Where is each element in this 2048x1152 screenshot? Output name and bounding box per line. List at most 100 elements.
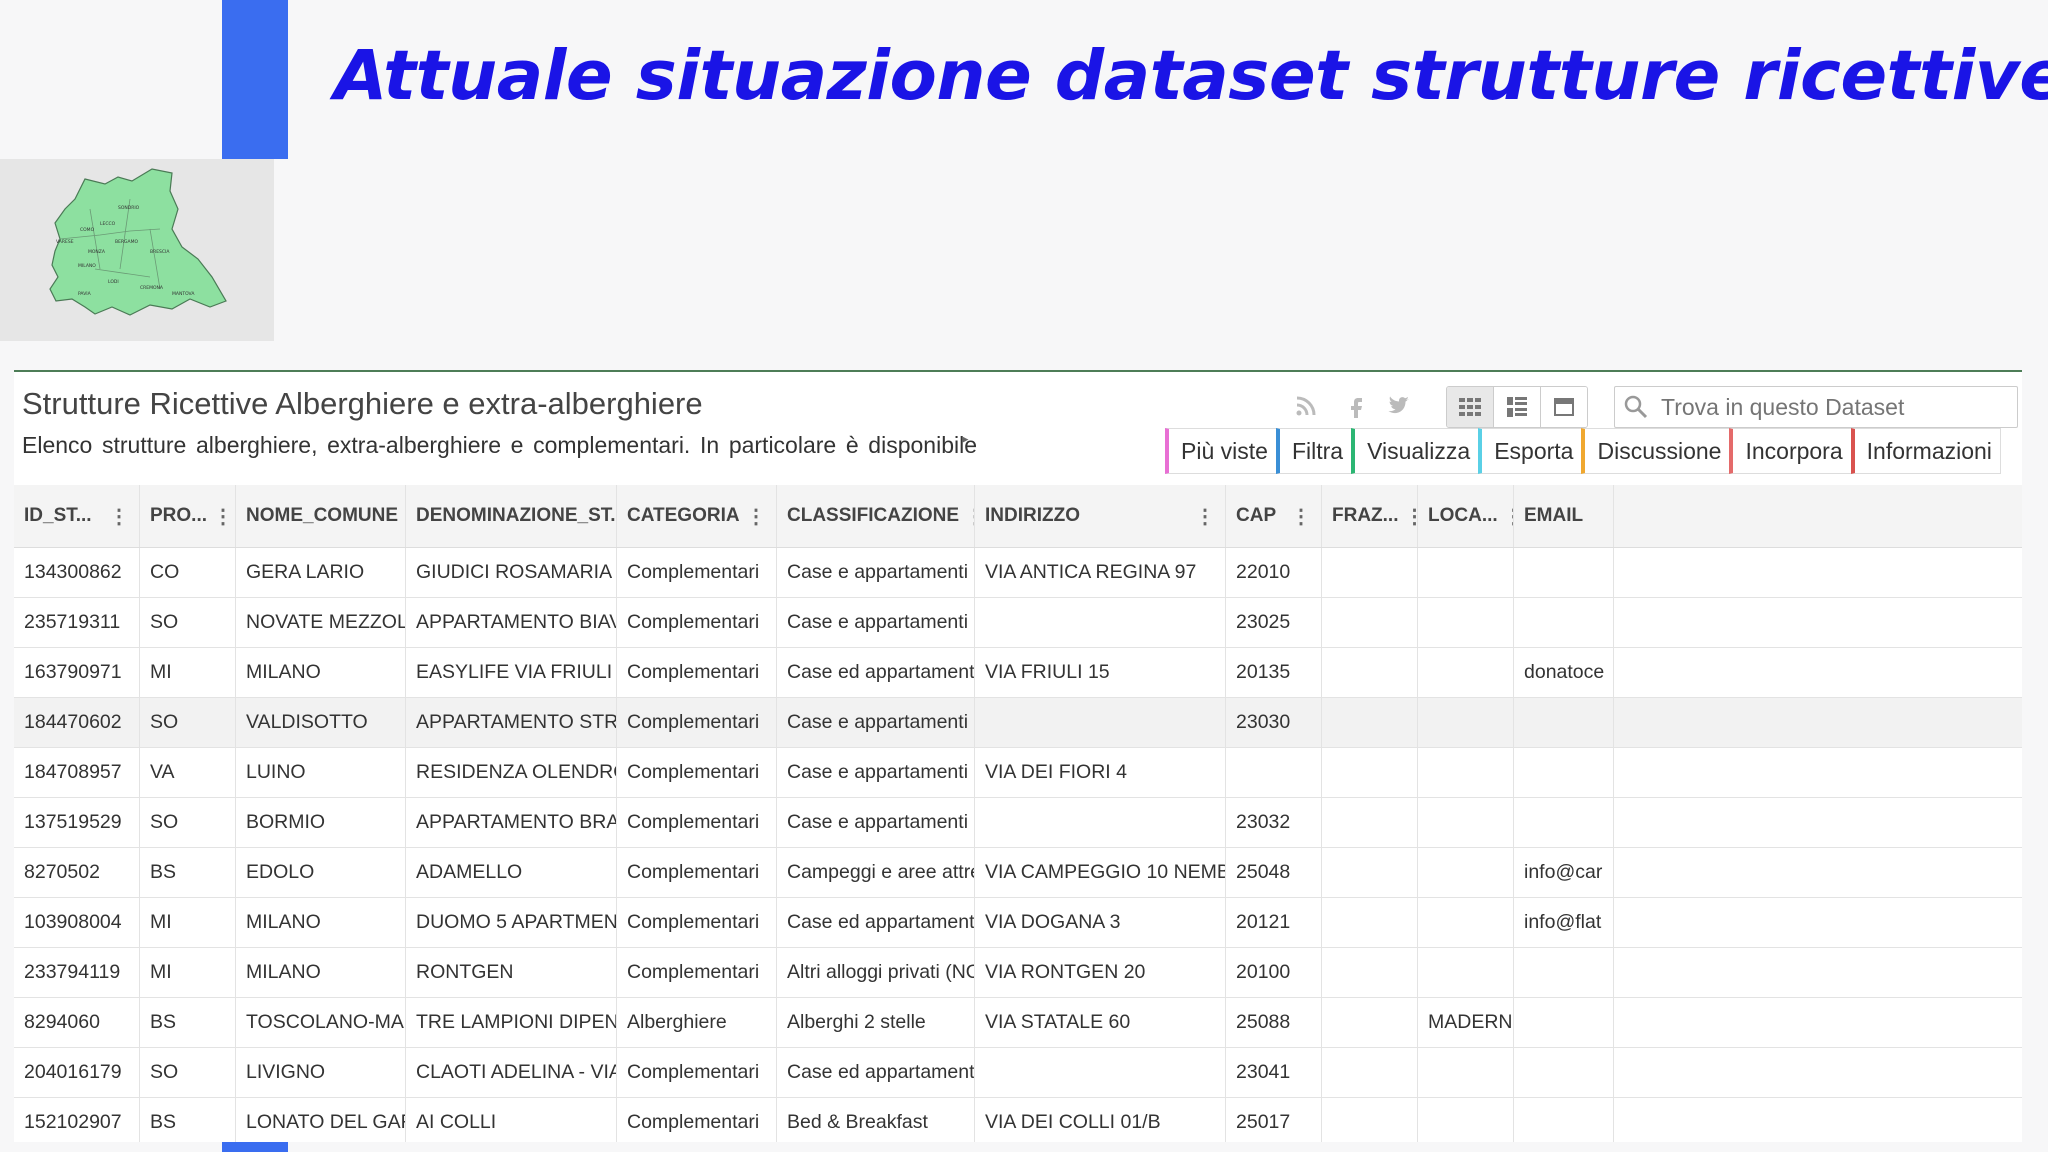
card-view-icon[interactable] — [1540, 387, 1587, 427]
column-menu-icon[interactable]: ⋮ — [1399, 504, 1418, 529]
column-header[interactable]: INDIRIZZO ⋮ — [975, 485, 1226, 547]
table-cell: Complementari — [617, 948, 777, 997]
table-row[interactable]: 134300862 CO GERA LARIO GIUDICI ROSAMARIA Co… — [14, 548, 2022, 598]
column-menu-icon[interactable]: ⋮ — [207, 504, 233, 529]
map-label-mantova: MANTOVA — [172, 291, 195, 297]
search-icon — [1624, 395, 1648, 419]
table-cell: CLAOTI ADELINA - VIA PLA... — [406, 1048, 617, 1097]
map-label-milano: MILANO — [78, 263, 96, 269]
column-header[interactable]: CATEGORIA ⋮ — [617, 485, 777, 547]
map-label-varese: VARESE — [56, 239, 74, 245]
table-cell: 103908004 — [14, 898, 140, 947]
lombardy-map: SONDRIO LECCO COMO VARESE BERGAMO BRESCI… — [0, 159, 274, 341]
table-cell: EDOLO — [236, 848, 406, 897]
table-cell: 23041 — [1226, 1048, 1322, 1097]
twitter-icon[interactable] — [1382, 390, 1414, 422]
table-row[interactable]: 163790971 MI MILANO EASYLIFE VIA FRIULI 15 C… — [14, 648, 2022, 698]
tab-piu-viste[interactable]: Più viste — [1165, 428, 1277, 474]
column-header[interactable]: PRO... ⋮ — [140, 485, 236, 547]
table-cell: 137519529 — [14, 798, 140, 847]
table-cell: Bed & Breakfast — [777, 1098, 975, 1142]
column-menu-icon[interactable]: ⋮ — [959, 504, 974, 529]
table-cell — [1418, 598, 1514, 647]
table-cell: ADAMELLO — [406, 848, 617, 897]
table-row[interactable]: 103908004 MI MILANO DUOMO 5 APARTMENT Comple… — [14, 898, 2022, 948]
column-menu-icon[interactable]: ⋮ — [1285, 504, 1311, 529]
table-cell: Case e appartamenti per... — [777, 598, 975, 647]
table-cell: BS — [140, 848, 236, 897]
map-label-brescia: BRESCIA — [150, 249, 170, 255]
rss-icon[interactable] — [1290, 390, 1322, 422]
table-row[interactable]: 204016179SOLIVIGNOCLAOTI ADELINA - VIA P… — [14, 1048, 2022, 1098]
table-row[interactable]: 8270502 BS EDOLO ADAMELLO Complementari Campe… — [14, 848, 2022, 898]
table-cell: 20135 — [1226, 648, 1322, 697]
table-cell: Case e appartamenti per... — [777, 798, 975, 847]
table-row[interactable]: 235719311 SO NOVATE MEZZOLA APPARTAMENTO BI… — [14, 598, 2022, 648]
table-cell: 25048 — [1226, 848, 1322, 897]
table-row[interactable]: 184708957 VA LUINO RESIDENZA OLENDRO Complem… — [14, 748, 2022, 798]
tab-visualizza[interactable]: Visualizza — [1351, 428, 1480, 474]
column-menu-icon[interactable]: ⋮ — [740, 504, 766, 529]
table-cell: info@flat — [1514, 898, 1614, 947]
column-header[interactable]: CLASSIFICAZIONE⋮ — [777, 485, 975, 547]
table-cell: LUINO — [236, 748, 406, 797]
grid-view-icon[interactable] — [1447, 387, 1493, 427]
table-cell: VIA DEI COLLI 01/B — [975, 1098, 1226, 1142]
description-expand-icon[interactable]: ▸ — [962, 432, 969, 447]
table-cell: Complementari — [617, 648, 777, 697]
table-cell — [1322, 898, 1418, 947]
table-row[interactable]: 8294060BSTOSCOLANO-MADE...TRE LAMPIONI D… — [14, 998, 2022, 1048]
table-cell — [1514, 948, 1614, 997]
table-cell: AI COLLI — [406, 1098, 617, 1142]
table-cell — [1226, 748, 1322, 797]
column-header[interactable]: LOCA...⋮ — [1418, 485, 1514, 547]
column-menu-icon[interactable]: ⋮ — [1189, 504, 1215, 529]
table-cell: Complementari — [617, 598, 777, 647]
table-cell: RESIDENZA OLENDRO — [406, 748, 617, 797]
column-header[interactable]: NOME_COMUNE⋮ — [236, 485, 406, 547]
table-cell — [1418, 648, 1514, 697]
table-cell — [1322, 698, 1418, 747]
dataset-search-input[interactable] — [1659, 392, 2003, 422]
facebook-icon[interactable] — [1340, 390, 1372, 422]
table-row[interactable]: 233794119 MI MILANO RONTGEN Complementari Alt… — [14, 948, 2022, 998]
table-cell: SO — [140, 798, 236, 847]
tab-esporta[interactable]: Esporta — [1478, 428, 1583, 474]
column-menu-icon[interactable]: ⋮ — [398, 504, 405, 529]
column-header[interactable]: ID_ST... ⋮ — [14, 485, 140, 547]
table-cell: Case ed appartamenti p... — [777, 898, 975, 947]
table-cell: Case e appartamenti per... — [777, 748, 975, 797]
table-row[interactable]: 152102907BSLONATO DEL GARDAAI COLLICompl… — [14, 1098, 2022, 1142]
dataset-panel: Strutture Ricettive Alberghiere e extra-… — [14, 370, 2022, 1142]
table-cell — [1322, 848, 1418, 897]
tab-discussione[interactable]: Discussione — [1581, 428, 1731, 474]
list-view-icon[interactable] — [1493, 387, 1540, 427]
table-cell: Case ed appartamenti p... — [777, 648, 975, 697]
table-cell: VIA DEI FIORI 4 — [975, 748, 1226, 797]
table-cell — [1418, 898, 1514, 947]
table-cell: 184708957 — [14, 748, 140, 797]
table-cell: 23025 — [1226, 598, 1322, 647]
map-label-como: COMO — [80, 227, 95, 233]
column-header[interactable]: EMAIL — [1514, 485, 1614, 547]
column-menu-icon[interactable]: ⋮ — [103, 504, 129, 529]
table-cell: Complementari — [617, 1048, 777, 1097]
tab-informazioni[interactable]: Informazioni — [1850, 428, 2001, 474]
table-row[interactable]: 184470602SOVALDISOTTOAPPARTAMENTO STREPP… — [14, 698, 2022, 748]
tab-incorpora[interactable]: Incorpora — [1729, 428, 1852, 474]
column-menu-icon[interactable]: ⋮ — [1498, 504, 1513, 529]
tab-filtra[interactable]: Filtra — [1275, 428, 1353, 474]
table-row[interactable]: 137519529SOBORMIOAPPARTAMENTO BRADANI...… — [14, 798, 2022, 848]
table-cell: Alberghi 2 stelle — [777, 998, 975, 1047]
table-cell: MILANO — [236, 648, 406, 697]
table-cell: Campeggi e aree attrezz... — [777, 848, 975, 897]
column-header[interactable]: DENOMINAZIONE_ST...⋮ — [406, 485, 617, 547]
column-header[interactable]: CAP ⋮ — [1226, 485, 1322, 547]
column-header[interactable]: FRAZ...⋮ — [1322, 485, 1418, 547]
table-cell: VIA CAMPEGGIO 10 NEMBRA — [975, 848, 1226, 897]
table-cell: VIA STATALE 60 — [975, 998, 1226, 1047]
table-cell: 184470602 — [14, 698, 140, 747]
table-cell — [1514, 1048, 1614, 1097]
table-cell: 25088 — [1226, 998, 1322, 1047]
column-header-label: NOME_COMUNE — [246, 505, 399, 526]
